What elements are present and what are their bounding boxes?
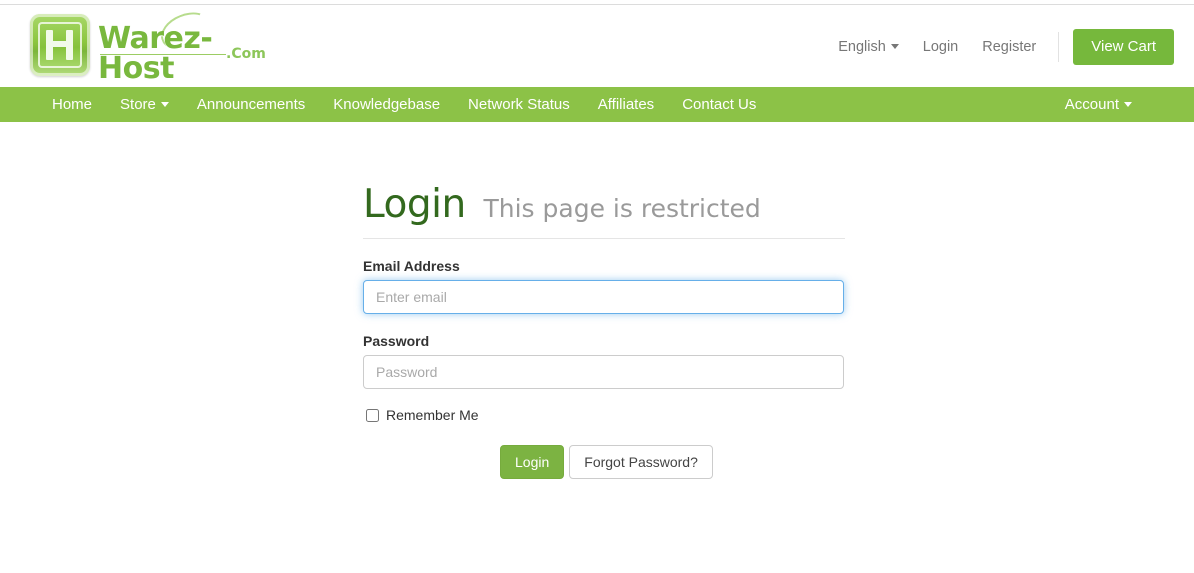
email-field-group: Email Address bbox=[363, 258, 845, 314]
login-submit-button[interactable]: Login bbox=[500, 445, 565, 479]
language-selector[interactable]: English bbox=[826, 27, 911, 67]
nav-item-store-label: Store bbox=[120, 96, 156, 113]
page-content: Login This page is restricted Email Addr… bbox=[0, 122, 1194, 573]
nav-item-contact-us[interactable]: Contact Us bbox=[668, 87, 770, 122]
form-actions: Login Forgot Password? bbox=[363, 445, 845, 479]
site-logo-link[interactable]: Warez-Host .Com bbox=[30, 5, 278, 84]
logo-wordmark: Warez-Host .Com bbox=[98, 5, 278, 84]
forgot-password-button[interactable]: Forgot Password? bbox=[569, 445, 713, 479]
remember-me-label[interactable]: Remember Me bbox=[386, 407, 479, 423]
remember-me-checkbox[interactable] bbox=[366, 408, 379, 422]
view-cart-button[interactable]: View Cart bbox=[1073, 29, 1174, 65]
email-field-label: Email Address bbox=[363, 258, 460, 274]
nav-item-account[interactable]: Account bbox=[1051, 87, 1146, 122]
main-navbar-left: Home Store Announcements Knowledgebase N… bbox=[38, 87, 770, 122]
nav-item-home-label: Home bbox=[52, 96, 93, 113]
page-title-subtitle: This page is restricted bbox=[483, 194, 761, 223]
nav-item-network-status-label: Network Status bbox=[468, 96, 570, 113]
nav-item-announcements-label: Announcements bbox=[196, 96, 306, 113]
password-field-label: Password bbox=[363, 333, 430, 349]
caret-down-icon bbox=[160, 102, 169, 107]
site-header: Warez-Host .Com English Login Register V… bbox=[0, 5, 1194, 87]
nav-item-knowledgebase-label: Knowledgebase bbox=[333, 96, 441, 113]
login-form: Login This page is restricted Email Addr… bbox=[363, 185, 845, 479]
nav-item-affiliates-label: Affiliates bbox=[597, 96, 655, 113]
nav-item-contact-us-label: Contact Us bbox=[682, 96, 757, 113]
nav-item-affiliates[interactable]: Affiliates bbox=[584, 87, 668, 122]
email-input[interactable] bbox=[363, 280, 844, 314]
remember-me-row: Remember Me bbox=[363, 407, 845, 423]
caret-down-icon bbox=[1124, 102, 1132, 107]
nav-item-account-label: Account bbox=[1064, 96, 1119, 113]
utility-nav: English Login Register View Cart bbox=[826, 27, 1174, 67]
main-navbar-right: Account bbox=[1051, 87, 1146, 122]
nav-item-knowledgebase[interactable]: Knowledgebase bbox=[319, 87, 454, 122]
nav-register-link[interactable]: Register bbox=[970, 27, 1048, 67]
language-selector-label: English bbox=[838, 39, 886, 55]
main-navbar: Home Store Announcements Knowledgebase N… bbox=[0, 87, 1194, 122]
password-field-group: Password bbox=[363, 333, 845, 389]
page-title: Login This page is restricted bbox=[363, 185, 845, 239]
nav-item-home[interactable]: Home bbox=[38, 87, 106, 122]
password-input[interactable] bbox=[363, 355, 844, 389]
utility-nav-divider bbox=[1058, 32, 1060, 62]
nav-login-link[interactable]: Login bbox=[911, 27, 970, 67]
nav-item-announcements[interactable]: Announcements bbox=[183, 87, 319, 122]
logo-brand-name: Warez-Host bbox=[98, 21, 213, 86]
nav-item-network-status[interactable]: Network Status bbox=[454, 87, 584, 122]
page-title-main: Login bbox=[363, 182, 466, 227]
caret-down-icon bbox=[890, 44, 899, 49]
lh-monogram-icon bbox=[30, 14, 90, 76]
nav-item-store[interactable]: Store bbox=[106, 87, 183, 122]
